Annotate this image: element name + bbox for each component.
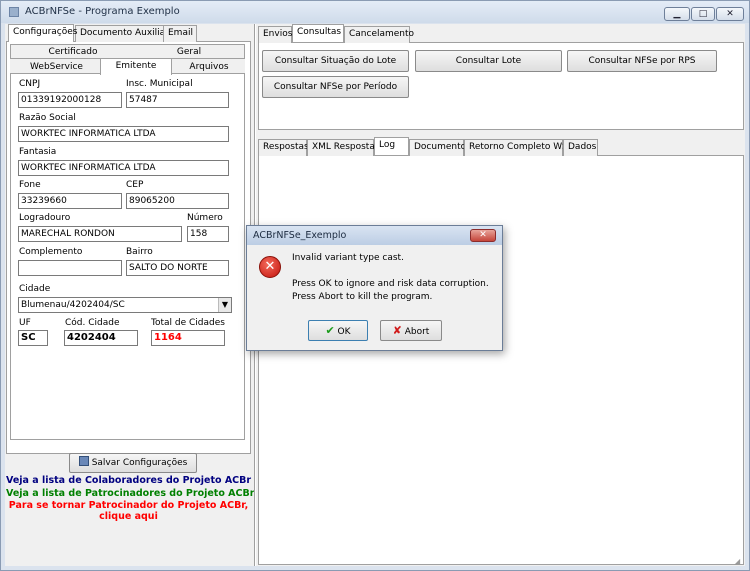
dialog-message: Invalid variant type cast. xyxy=(292,253,404,263)
link-colaboradores[interactable]: Veja a lista de Colaboradores do Projeto… xyxy=(6,475,251,486)
window-title: ACBrNFSe - Programa Exemplo xyxy=(25,6,180,17)
cnpj-label: CNPJ xyxy=(19,79,41,89)
save-button-label: Salvar Configurações xyxy=(91,458,188,468)
tab-documento[interactable]: Documento xyxy=(409,139,466,156)
fantasia-label: Fantasia xyxy=(19,147,57,157)
consultar-nfse-rps-button[interactable]: Consultar NFSe por RPS xyxy=(567,50,717,72)
abort-button[interactable]: ✘ Abort xyxy=(380,320,442,341)
cross-icon: ✘ xyxy=(392,324,402,337)
minimize-button[interactable]: ▁ xyxy=(664,7,690,21)
tab-consultas[interactable]: Consultas xyxy=(292,24,344,42)
link-patrocinadores[interactable]: Veja a lista de Patrocinadores do Projet… xyxy=(6,488,254,499)
uf-field[interactable]: SC xyxy=(18,330,48,346)
cep-field[interactable]: 89065200 xyxy=(126,193,229,209)
save-button[interactable]: Salvar Configurações xyxy=(69,453,197,473)
total-cidades-label: Total de Cidades xyxy=(151,318,225,328)
logradouro-field[interactable]: MARECHAL RONDON xyxy=(18,226,182,242)
cod-cidade-label: Cód. Cidade xyxy=(65,318,120,328)
dialog-title-bar[interactable]: ACBrNFSe_Exemplo ✕ xyxy=(247,226,502,245)
complemento-field[interactable] xyxy=(18,260,122,276)
log-memo[interactable] xyxy=(260,157,742,562)
subtab-webservice[interactable]: WebService xyxy=(12,60,102,74)
close-button[interactable]: ✕ xyxy=(716,7,744,21)
fone-label: Fone xyxy=(19,180,41,190)
save-icon xyxy=(78,456,89,466)
fone-field[interactable]: 33239660 xyxy=(18,193,122,209)
subtab-emitente[interactable]: Emitente xyxy=(100,58,172,75)
dialog-close-icon[interactable]: ✕ xyxy=(470,229,496,242)
tab-email[interactable]: Email xyxy=(163,25,197,42)
tab-envios[interactable]: Envios xyxy=(258,26,292,43)
chevron-down-icon[interactable]: ▼ xyxy=(218,298,231,312)
check-icon: ✔ xyxy=(325,324,335,337)
dialog-title: ACBrNFSe_Exemplo xyxy=(253,230,347,241)
ok-button-label: OK xyxy=(337,327,351,337)
cnpj-field[interactable]: 01339192000128 xyxy=(18,92,122,108)
complemento-label: Complemento xyxy=(19,247,83,257)
tab-retorno-completo-ws[interactable]: Retorno Completo WS xyxy=(464,139,568,156)
logradouro-label: Logradouro xyxy=(19,213,71,223)
cidade-select[interactable]: Blumenau/4202404/SC xyxy=(18,297,232,313)
tab-xml-resposta[interactable]: XML Resposta xyxy=(307,139,375,156)
subtab-geral[interactable]: Geral xyxy=(134,45,244,59)
cidade-label: Cidade xyxy=(19,284,51,294)
dialog-detail-1: Press OK to ignore and risk data corrupt… xyxy=(292,279,489,289)
tab-dados[interactable]: Dados xyxy=(563,139,598,156)
fantasia-field[interactable]: WORKTEC INFORMATICA LTDA xyxy=(18,160,229,176)
resize-grip-icon[interactable]: ◢ xyxy=(734,557,744,567)
consultar-situacao-lote-button[interactable]: Consultar Situação do Lote xyxy=(262,50,409,72)
dialog-detail-2: Press Abort to kill the program. xyxy=(292,292,433,302)
app-icon xyxy=(9,7,19,17)
uf-label: UF xyxy=(19,318,31,328)
link-clique-aqui[interactable]: clique aqui xyxy=(6,511,251,522)
consultar-lote-button[interactable]: Consultar Lote xyxy=(415,50,562,72)
error-icon: ✕ xyxy=(259,256,281,278)
title-bar[interactable]: ACBrNFSe - Programa Exemplo ▁ □ ✕ xyxy=(1,1,749,23)
tab-cancelamento[interactable]: Cancelamento xyxy=(344,26,414,43)
cidade-value: Blumenau/4202404/SC xyxy=(21,300,125,310)
consultar-nfse-periodo-button[interactable]: Consultar NFSe por Período xyxy=(262,76,409,98)
tab-documento-auxiliar[interactable]: Documento Auxiliar xyxy=(75,25,169,42)
subtab-certificado[interactable]: Certificado xyxy=(13,45,133,59)
insc-municipal-field[interactable]: 57487 xyxy=(126,92,229,108)
razao-social-label: Razão Social xyxy=(19,113,76,123)
ok-button[interactable]: ✔ OK xyxy=(308,320,368,341)
bairro-label: Bairro xyxy=(126,247,153,257)
razao-social-field[interactable]: WORKTEC INFORMATICA LTDA xyxy=(18,126,229,142)
insc-municipal-label: Insc. Municipal xyxy=(126,79,193,89)
numero-field[interactable]: 158 xyxy=(187,226,229,242)
tab-configuracoes[interactable]: Configurações xyxy=(8,24,77,42)
subtab-arquivos[interactable]: Arquivos xyxy=(174,60,244,74)
cep-label: CEP xyxy=(126,180,144,190)
tab-log[interactable]: Log xyxy=(374,137,409,155)
maximize-button[interactable]: □ xyxy=(691,7,715,21)
error-dialog: ACBrNFSe_Exemplo ✕ ✕ Invalid variant typ… xyxy=(246,225,503,351)
total-cidades-field: 1164 xyxy=(151,330,225,346)
tab-respostas[interactable]: Respostas xyxy=(258,139,309,156)
cod-cidade-field[interactable]: 4202404 xyxy=(64,330,138,346)
abort-button-label: Abort xyxy=(404,327,430,337)
bairro-field[interactable]: SALTO DO NORTE xyxy=(126,260,229,276)
link-tornar-patrocinador[interactable]: Para se tornar Patrocinador do Projeto A… xyxy=(6,500,251,511)
numero-label: Número xyxy=(187,213,223,223)
